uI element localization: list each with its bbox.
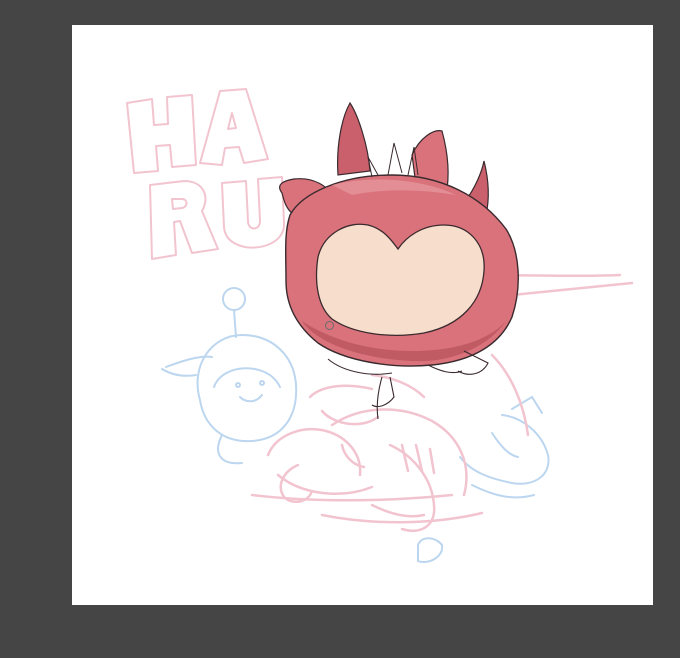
brush-cursor-icon: [325, 321, 334, 330]
artwork: [126, 88, 634, 563]
drawing-canvas[interactable]: [72, 25, 653, 605]
haru-lettering: [126, 88, 286, 260]
workspace-background: [0, 0, 680, 658]
